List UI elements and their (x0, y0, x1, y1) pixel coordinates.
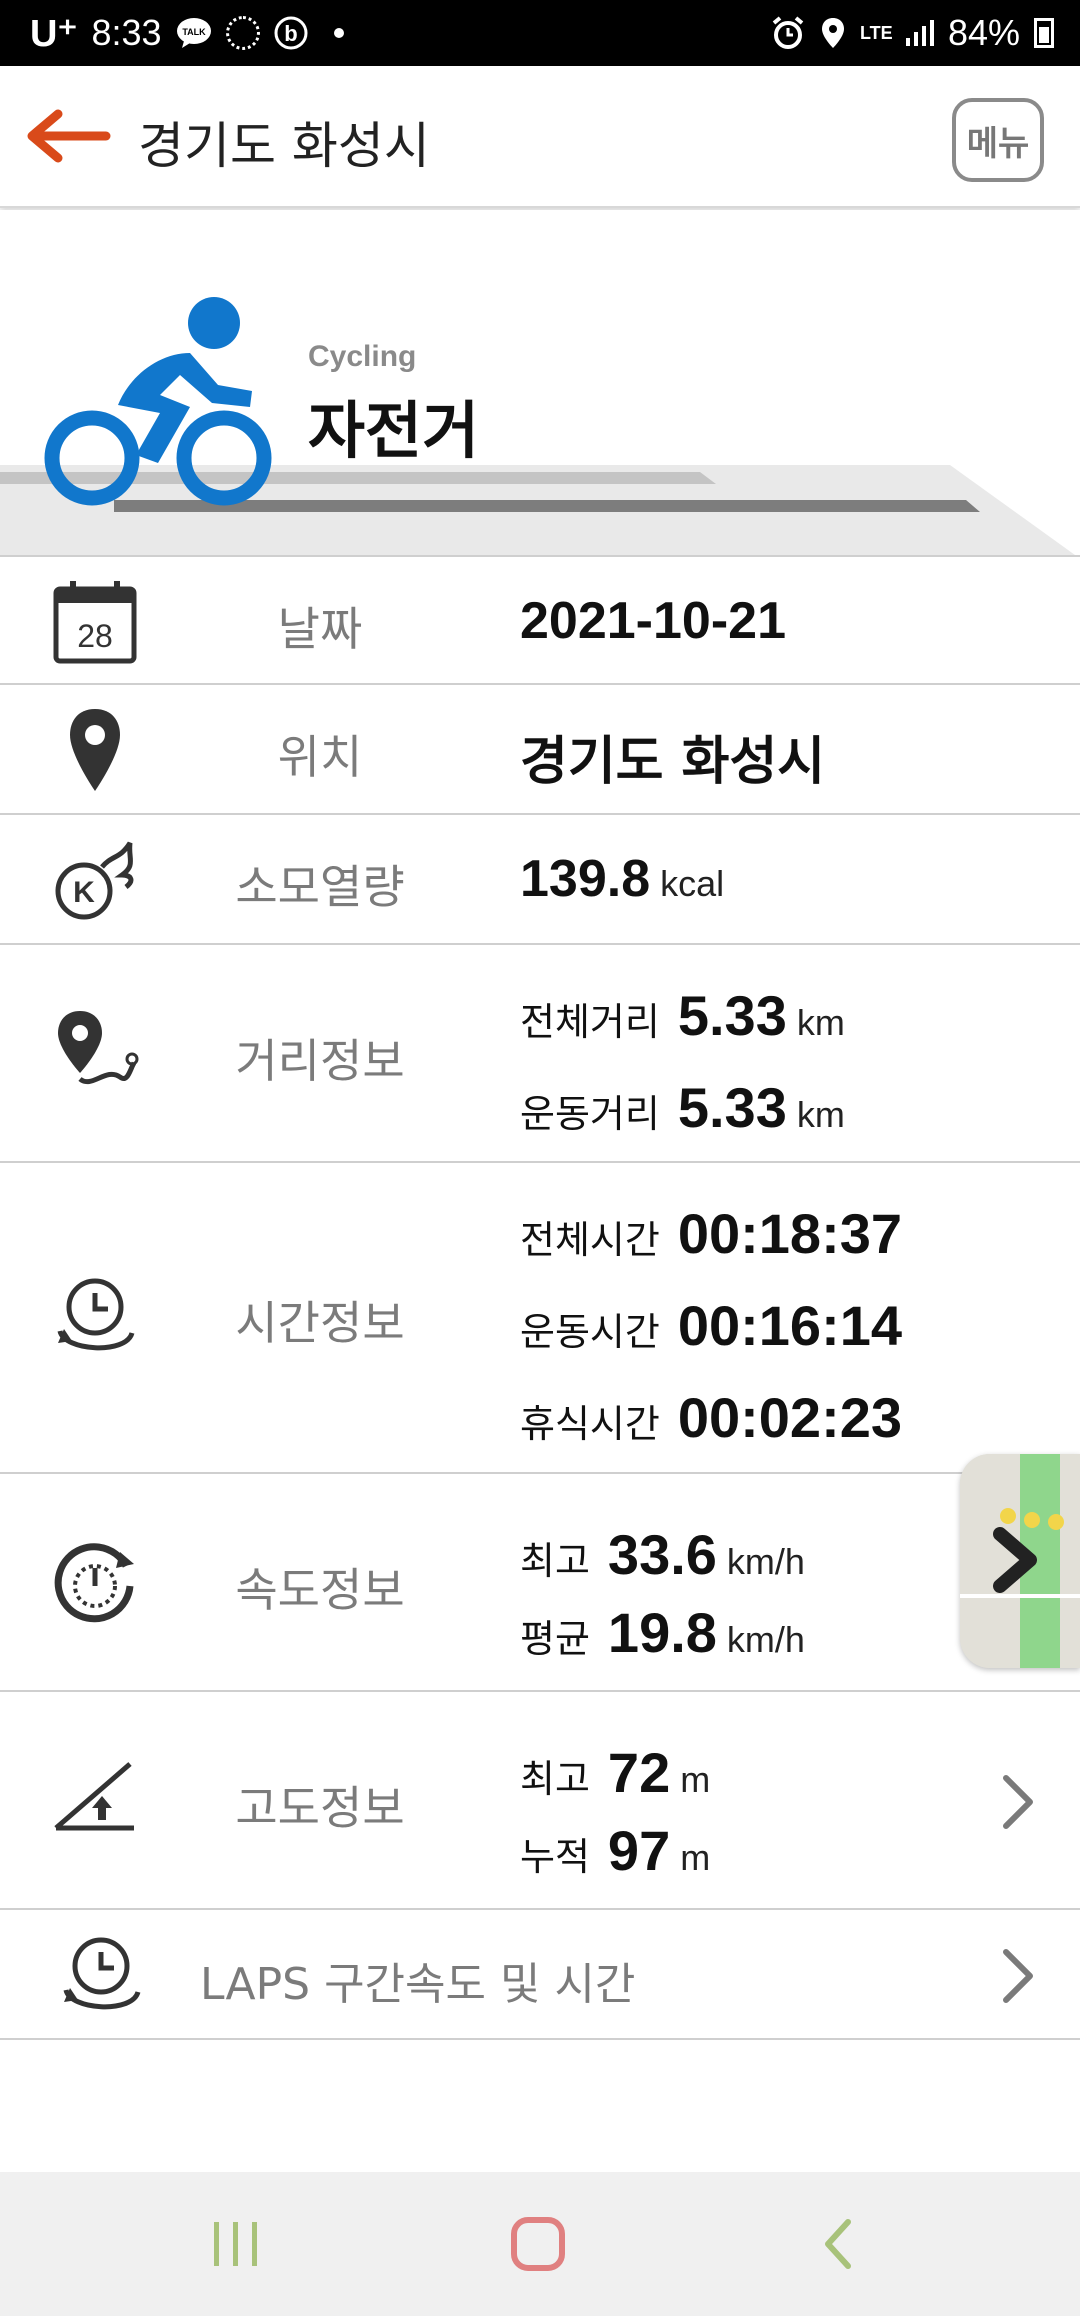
date-value: 2021-10-21 (520, 592, 786, 650)
max-speed: 최고 33.6 km/h (520, 1522, 805, 1587)
svg-text:b: b (284, 21, 297, 46)
chevron-right-icon[interactable] (998, 1946, 1038, 2006)
location-pin-icon (821, 18, 844, 48)
alarm-icon (772, 16, 804, 49)
menu-button[interactable]: 메뉴 (952, 98, 1044, 182)
back-nav-icon[interactable] (810, 2214, 870, 2274)
carrier-label: U⁺ (30, 12, 78, 55)
total-distance: 전체거리 5.33 km (520, 983, 845, 1048)
date-label: 날짜 (277, 602, 363, 656)
speed-row[interactable]: 속도정보 최고 33.6 km/h 평균 19.8 km/h (0, 1454, 1080, 1690)
loading-icon (225, 16, 260, 50)
chevron-right-icon[interactable] (998, 1772, 1038, 1832)
clock: 8:33 (91, 12, 162, 53)
distance-label: 거리정보 (235, 1034, 405, 1088)
clock-history-icon (57, 1278, 135, 1351)
altitude-row[interactable]: 고도정보 최고 72 m 누적 97 m (0, 1690, 1080, 1908)
speed-label: 속도정보 (235, 1563, 405, 1617)
rest-time-value: 00:02:23 (677, 1386, 903, 1449)
laps-clock-icon (63, 1937, 141, 2010)
map-preview-image (960, 1454, 1080, 1668)
location-value: 경기도 화성시 (520, 732, 826, 792)
battery-percent: 84% (947, 12, 1020, 53)
location-pin-icon (70, 709, 120, 791)
avg-speed-value: 19.8 (607, 1601, 717, 1664)
moving-time: 운동시간 00:16:14 (520, 1293, 902, 1358)
altitude-label: 고도정보 (235, 1781, 405, 1835)
notification-dot-icon (333, 28, 344, 38)
route-distance-icon (58, 1011, 139, 1084)
back-arrow-icon[interactable] (22, 106, 112, 166)
altitude-slope-icon (54, 1762, 134, 1831)
max-altitude-unit: m (680, 1759, 711, 1800)
cumulative-altitude-value: 97 (607, 1819, 671, 1882)
calories-value: 139.8 (520, 850, 651, 908)
moving-time-value: 00:16:14 (677, 1294, 903, 1357)
max-altitude-label: 최고 (520, 1757, 590, 1801)
calories-label: 소모열량 (235, 860, 405, 914)
total-time-label: 전체시간 (520, 1218, 660, 1262)
calendar-icon: 28 (53, 581, 137, 664)
calorie-flame-icon: K (55, 841, 134, 920)
kakaotalk-icon: TALK (176, 18, 211, 48)
home-icon[interactable] (508, 2214, 568, 2274)
avg-speed-label: 평균 (520, 1617, 590, 1661)
battery-icon (1034, 18, 1054, 48)
svg-text:K: K (73, 876, 95, 909)
activity-title: 자전거 (308, 394, 480, 467)
total-distance-unit: km (796, 1002, 845, 1043)
total-time: 전체시간 00:18:37 (520, 1201, 902, 1266)
cumulative-altitude: 누적 97 m (520, 1818, 710, 1883)
rest-time: 휴식시간 00:02:23 (520, 1385, 902, 1450)
total-distance-label: 전체거리 (520, 1000, 660, 1044)
max-speed-label: 최고 (520, 1539, 590, 1583)
svg-text:TALK: TALK (182, 27, 206, 37)
moving-time-label: 운동시간 (520, 1310, 660, 1354)
map-thumbnail-button[interactable] (960, 1454, 1080, 1668)
avg-speed: 평균 19.8 km/h (520, 1600, 805, 1665)
moving-distance-unit: km (796, 1094, 845, 1135)
system-nav-bar (0, 2172, 1080, 2316)
b-app-icon: b (274, 16, 308, 50)
activity-hero: Cycling 자전거 (0, 210, 1080, 555)
status-bar: U⁺ 8:33 TALK b LTE 84% (0, 0, 1080, 66)
moving-distance-value: 5.33 (677, 1076, 787, 1139)
calories-unit: kcal (660, 863, 725, 904)
time-row: 시간정보 전체시간 00:18:37 운동시간 00:16:14 휴식시간 00… (0, 1161, 1080, 1472)
max-speed-unit: km/h (726, 1541, 805, 1582)
distance-row: 거리정보 전체거리 5.33 km 운동거리 5.33 km (0, 943, 1080, 1161)
recent-apps-icon[interactable] (206, 2214, 266, 2274)
moving-distance: 운동거리 5.33 km (520, 1075, 845, 1140)
max-speed-value: 33.6 (607, 1523, 717, 1586)
rest-time-label: 휴식시간 (520, 1402, 660, 1446)
laps-label: LAPS 구간속도 및 시간 (200, 1959, 636, 2010)
total-time-value: 00:18:37 (677, 1202, 903, 1265)
laps-row[interactable]: LAPS 구간속도 및 시간 (0, 1908, 1080, 2040)
location-label: 위치 (277, 730, 363, 784)
page-title: 경기도 화성시 (138, 117, 430, 175)
total-distance-value: 5.33 (677, 984, 787, 1047)
cyclist-icon (44, 297, 272, 506)
moving-distance-label: 운동거리 (520, 1092, 660, 1136)
calories-row: K 소모열량 139.8 kcal (0, 813, 1080, 943)
avg-speed-unit: km/h (726, 1619, 805, 1660)
network-type-label: LTE (859, 23, 893, 43)
time-label: 시간정보 (235, 1296, 405, 1350)
svg-text:28: 28 (77, 618, 113, 654)
app-header: 경기도 화성시 메뉴 (0, 66, 1080, 208)
calories-value-wrap: 139.8 kcal (520, 849, 724, 909)
max-altitude-value: 72 (607, 1741, 671, 1804)
cumulative-altitude-label: 누적 (520, 1835, 590, 1879)
speedometer-icon (54, 1543, 134, 1623)
signal-icon (905, 20, 934, 46)
date-row: 28 날짜 2021-10-21 (0, 555, 1080, 683)
location-row: 위치 경기도 화성시 (0, 683, 1080, 813)
cumulative-altitude-unit: m (680, 1837, 711, 1878)
activity-sub-label: Cycling (308, 340, 417, 373)
max-altitude: 최고 72 m (520, 1740, 710, 1805)
